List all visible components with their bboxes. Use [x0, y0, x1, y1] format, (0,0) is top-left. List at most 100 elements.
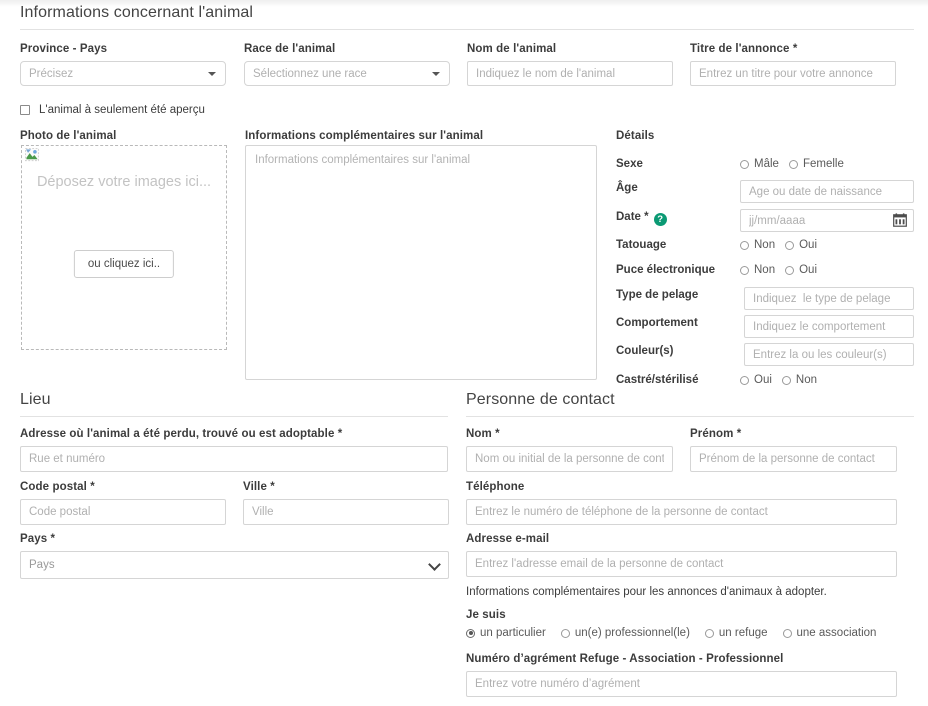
- radio-castre-non[interactable]: Non: [781, 374, 818, 386]
- pelage-input[interactable]: [744, 287, 914, 310]
- email-input[interactable]: [466, 551, 897, 577]
- radio-circle-icon[interactable]: [740, 265, 749, 275]
- field-label-complement: Informations complémentaires sur l'anima…: [245, 130, 484, 142]
- date-input[interactable]: [740, 209, 914, 232]
- race-select[interactable]: Sélectionnez une race: [244, 61, 450, 86]
- radio-label: Femelle: [802, 158, 844, 170]
- help-circle-icon[interactable]: ?: [653, 213, 667, 226]
- radio-je-suis-association[interactable]: une association: [782, 627, 877, 639]
- contact-nom-input[interactable]: [466, 446, 673, 472]
- section-title-lieu: Lieu: [20, 391, 448, 417]
- field-label-telephone: Téléphone: [466, 481, 525, 493]
- field-titre-annonce: Titre de l'annonce *: [690, 43, 896, 86]
- detail-row-age: Âge: [616, 180, 914, 203]
- field-contact-telephone: Téléphone: [466, 481, 897, 525]
- radio-je-suis-professionnel[interactable]: un(e) professionnel(le): [560, 627, 690, 639]
- radio-je-suis-refuge[interactable]: un refuge: [704, 627, 768, 639]
- ville-input[interactable]: [243, 499, 449, 525]
- telephone-input[interactable]: [466, 499, 897, 525]
- radio-sexe-femelle[interactable]: Femelle: [788, 158, 844, 170]
- field-contact-email: Adresse e-mail: [466, 533, 897, 577]
- detail-label-couleurs: Couleur(s): [616, 345, 674, 357]
- tatouage-radio-group[interactable]: Non Oui: [740, 237, 914, 251]
- field-label-province: Province - Pays: [20, 43, 108, 55]
- field-label-ville: Ville *: [243, 481, 275, 493]
- radio-castre-oui[interactable]: Oui: [740, 374, 772, 386]
- radio-circle-icon[interactable]: [466, 628, 475, 638]
- apercu-checkbox-row[interactable]: L'animal à seulement été aperçu: [20, 104, 205, 116]
- radio-puce-non[interactable]: Non: [740, 264, 775, 276]
- field-label-pays: Pays *: [20, 533, 56, 545]
- radio-circle-icon[interactable]: [785, 240, 795, 250]
- field-label-photo: Photo de l'animal: [20, 130, 117, 142]
- apercu-checkbox[interactable]: [20, 105, 30, 115]
- couleurs-input[interactable]: [744, 343, 914, 366]
- radio-circle-icon[interactable]: [560, 628, 570, 638]
- detail-row-tatouage: Tatouage Non Oui: [616, 237, 914, 257]
- section-title-contact: Personne de contact: [466, 391, 914, 417]
- radio-label: Oui: [799, 264, 818, 276]
- field-label-agrement: Numéro d’agrément Refuge - Association -…: [466, 653, 784, 665]
- radio-circle-icon[interactable]: [740, 159, 749, 169]
- chevron-down-icon: [208, 71, 216, 76]
- contact-prenom-input[interactable]: [690, 446, 897, 472]
- radio-circle-icon[interactable]: [788, 159, 798, 169]
- radio-puce-oui[interactable]: Oui: [785, 264, 817, 276]
- radio-circle-icon[interactable]: [781, 375, 791, 385]
- radio-label: Oui: [754, 374, 772, 386]
- radio-circle-icon[interactable]: [740, 375, 749, 385]
- puce-radio-group[interactable]: Non Oui: [740, 262, 914, 276]
- field-label-adresse: Adresse où l'animal a été perdu, trouvé …: [20, 428, 343, 440]
- castre-radio-group[interactable]: Oui Non: [740, 372, 914, 386]
- code-postal-input[interactable]: [20, 499, 226, 525]
- agrement-input[interactable]: [466, 671, 897, 697]
- radio-circle-icon[interactable]: [785, 265, 795, 275]
- sexe-radio-group[interactable]: Mâle Femelle: [740, 156, 914, 170]
- comportement-input[interactable]: [744, 315, 914, 338]
- calendar-icon[interactable]: [893, 213, 907, 227]
- titre-annonce-input[interactable]: [690, 61, 896, 86]
- age-input[interactable]: [740, 180, 914, 203]
- field-pays: Pays * Pays: [20, 533, 449, 579]
- dropzone-hint-text: Déposez votre images ici...: [36, 174, 212, 190]
- je-suis-radio-group[interactable]: un particulier un(e) professionnel(le) u…: [466, 627, 876, 639]
- field-province: Province - Pays Précisez: [20, 43, 226, 86]
- field-contact-prenom: Prénom *: [690, 428, 897, 472]
- nom-animal-input[interactable]: [467, 61, 673, 86]
- province-select[interactable]: Précisez: [20, 61, 226, 86]
- field-label-contact-prenom: Prénom *: [690, 428, 742, 440]
- field-label-nom-animal: Nom de l'animal: [467, 43, 557, 55]
- photo-dropzone[interactable]: Déposez votre images ici... ou cliquez i…: [21, 145, 227, 350]
- detail-label-date-text: Date *: [616, 211, 649, 223]
- radio-label: une association: [796, 627, 877, 639]
- province-placeholder: Précisez: [29, 67, 74, 80]
- radio-label: Oui: [799, 239, 818, 251]
- field-label-race: Race de l'animal: [244, 43, 336, 55]
- detail-row-puce: Puce électronique Non Oui: [616, 262, 914, 282]
- detail-row-couleurs: Couleur(s): [616, 343, 914, 366]
- radio-sexe-male[interactable]: Mâle: [740, 158, 779, 170]
- radio-je-suis-particulier[interactable]: un particulier: [466, 627, 546, 639]
- complement-textarea[interactable]: [245, 145, 597, 380]
- radio-circle-icon[interactable]: [782, 628, 792, 638]
- radio-tatouage-oui[interactable]: Oui: [785, 239, 817, 251]
- radio-circle-icon[interactable]: [740, 240, 749, 250]
- field-agrement: Numéro d’agrément Refuge - Association -…: [466, 653, 897, 697]
- radio-label: Non: [795, 374, 818, 386]
- detail-label-pelage: Type de pelage: [616, 289, 699, 301]
- detail-label-puce: Puce électronique: [616, 264, 716, 276]
- radio-label: un refuge: [718, 627, 768, 639]
- detail-label-age: Âge: [616, 182, 638, 194]
- photo-browse-button[interactable]: ou cliquez ici..: [73, 250, 175, 278]
- details-title: Détails: [616, 130, 655, 142]
- pays-select[interactable]: Pays: [20, 551, 449, 579]
- adoption-note: Informations complémentaires pour les an…: [466, 586, 827, 598]
- detail-label-sexe: Sexe: [616, 158, 643, 170]
- radio-circle-icon[interactable]: [704, 628, 714, 638]
- radio-tatouage-non[interactable]: Non: [740, 239, 775, 251]
- field-code-postal: Code postal *: [20, 481, 226, 525]
- detail-label-date: Date *?: [616, 211, 667, 226]
- adresse-input[interactable]: [20, 446, 448, 472]
- field-label-contact-nom: Nom *: [466, 428, 500, 440]
- listing-form-page: Informations concernant l'animal Provinc…: [0, 0, 928, 706]
